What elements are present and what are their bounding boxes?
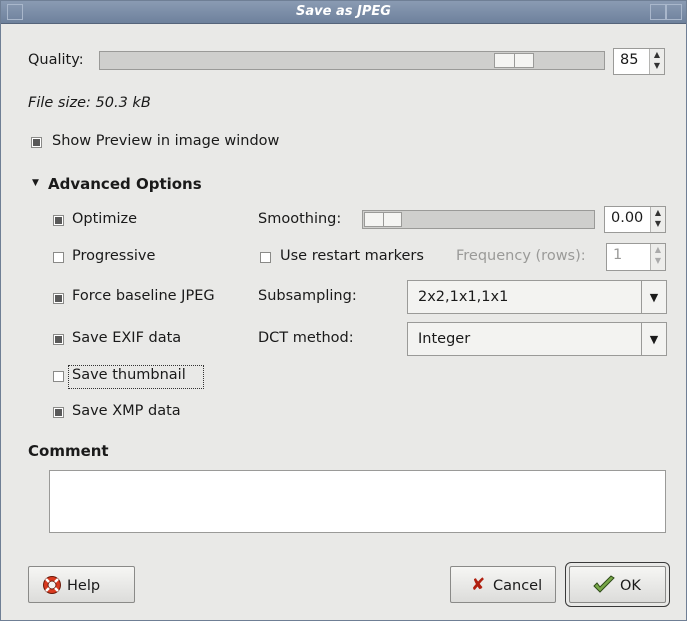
- restart-markers-checkbox[interactable]: [260, 252, 271, 263]
- dct-method-combo[interactable]: Integer ▼: [407, 322, 667, 356]
- save-xmp-checkbox[interactable]: [53, 407, 64, 418]
- window-title: Save as JPEG: [296, 4, 391, 19]
- expander-triangle-icon[interactable]: ▼: [32, 178, 39, 188]
- maximize-icon[interactable]: [650, 4, 666, 20]
- frequency-spinbox[interactable]: 1 ▲ ▼: [606, 243, 666, 271]
- ok-checkmark-icon: [593, 575, 615, 593]
- help-button-label: Help: [67, 578, 101, 594]
- smoothing-slider-thumb[interactable]: [364, 212, 402, 227]
- smoothing-spinbox[interactable]: 0.00 ▲ ▼: [604, 206, 666, 233]
- progressive-checkbox[interactable]: [53, 252, 64, 263]
- dropdown-arrow-icon[interactable]: ▼: [641, 281, 666, 313]
- restart-markers-label[interactable]: Use restart markers: [280, 248, 424, 264]
- comment-label: Comment: [28, 442, 109, 460]
- help-lifebuoy-icon: [43, 576, 61, 594]
- optimize-label[interactable]: Optimize: [72, 211, 137, 227]
- quality-slider[interactable]: [99, 51, 605, 70]
- spin-arrows-icon[interactable]: ▲ ▼: [650, 207, 665, 232]
- help-button[interactable]: Help: [28, 566, 135, 603]
- spin-arrows-icon[interactable]: ▲ ▼: [650, 244, 665, 270]
- cancel-x-icon: ✘: [471, 575, 486, 595]
- optimize-checkbox[interactable]: [53, 215, 64, 226]
- cancel-button-label: Cancel: [493, 578, 543, 594]
- show-preview-label[interactable]: Show Preview in image window: [52, 133, 279, 149]
- cancel-button[interactable]: ✘ Cancel: [450, 566, 556, 603]
- file-size-label: File size: 50.3 kB: [28, 95, 151, 111]
- frequency-label: Frequency (rows):: [456, 248, 586, 264]
- ok-button-label: OK: [620, 578, 641, 594]
- ok-button[interactable]: OK: [565, 562, 670, 607]
- smoothing-slider[interactable]: [362, 210, 595, 229]
- progressive-label[interactable]: Progressive: [72, 248, 155, 264]
- subsampling-combo[interactable]: 2x2,1x1,1x1 ▼: [407, 280, 667, 314]
- save-thumbnail-checkbox[interactable]: [53, 371, 64, 382]
- show-preview-checkbox[interactable]: [31, 137, 42, 148]
- save-xmp-label[interactable]: Save XMP data: [72, 403, 181, 419]
- quality-spinbox[interactable]: 85 ▲ ▼: [613, 48, 665, 75]
- close-icon[interactable]: [666, 4, 682, 20]
- subsampling-label: Subsampling:: [258, 288, 357, 304]
- force-baseline-checkbox[interactable]: [53, 293, 64, 304]
- advanced-options-expander[interactable]: Advanced Options: [48, 175, 202, 193]
- save-exif-label[interactable]: Save EXIF data: [72, 330, 181, 346]
- save-as-jpeg-dialog: Save as JPEG Quality: 85 ▲ ▼ File size: 5…: [0, 0, 687, 621]
- force-baseline-label[interactable]: Force baseline JPEG: [72, 288, 215, 304]
- quality-slider-thumb[interactable]: [494, 53, 534, 68]
- quality-label: Quality:: [28, 52, 84, 68]
- dropdown-arrow-icon[interactable]: ▼: [641, 323, 666, 355]
- title-bar[interactable]: Save as JPEG: [1, 1, 686, 24]
- spin-arrows-icon[interactable]: ▲ ▼: [649, 49, 664, 74]
- save-thumbnail-label[interactable]: Save thumbnail: [72, 367, 186, 383]
- comment-textarea[interactable]: [49, 470, 666, 533]
- smoothing-label: Smoothing:: [258, 211, 342, 227]
- dct-method-label: DCT method:: [258, 330, 354, 346]
- save-exif-checkbox[interactable]: [53, 334, 64, 345]
